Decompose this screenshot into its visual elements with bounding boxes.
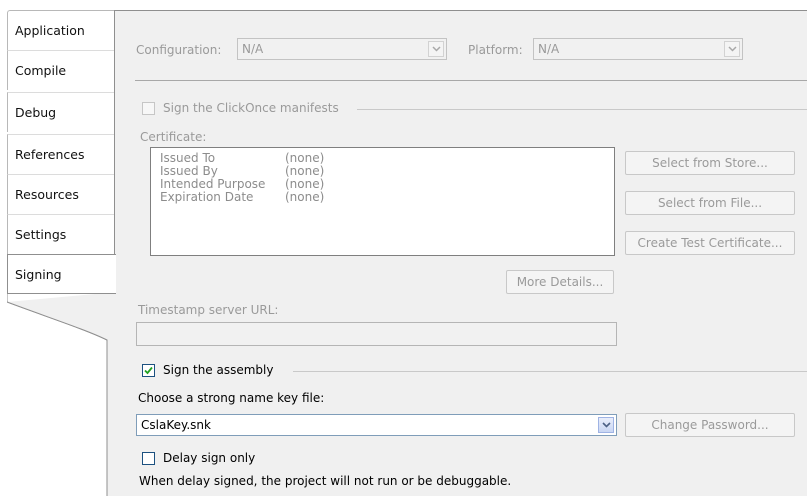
signing-page: Configuration: N/A Platform: N/A Sign th… — [114, 10, 807, 496]
chevron-down-icon — [428, 41, 444, 57]
tab-label: Settings — [15, 227, 67, 242]
tab-references[interactable]: References — [7, 134, 114, 174]
change-password-button[interactable]: Change Password... — [625, 413, 795, 437]
tab-compile[interactable]: Compile — [7, 50, 114, 90]
certificate-label: Certificate: — [140, 130, 207, 144]
tab-strip-curve — [7, 292, 117, 496]
sign-assembly-label: Sign the assembly — [163, 363, 274, 377]
cert-detail-key: Expiration Date — [160, 190, 254, 204]
key-file-value: CslaKey.snk — [141, 418, 211, 432]
group-separator — [293, 371, 807, 372]
delay-sign-note: When delay signed, the project will not … — [139, 474, 512, 488]
platform-value: N/A — [538, 42, 560, 56]
timestamp-url-input[interactable] — [136, 322, 617, 346]
delay-sign-label: Delay sign only — [163, 451, 256, 465]
tab-label: Compile — [15, 63, 67, 78]
tab-application[interactable]: Application — [7, 10, 114, 50]
tab-signing[interactable]: Signing — [7, 254, 116, 294]
tab-label: Signing — [15, 266, 62, 282]
platform-label: Platform: — [468, 43, 523, 57]
chevron-down-icon — [598, 417, 614, 433]
sign-manifests-label: Sign the ClickOnce manifests — [163, 101, 339, 115]
configuration-value: N/A — [242, 42, 264, 56]
timestamp-label: Timestamp server URL: — [138, 303, 279, 317]
key-file-label: Choose a strong name key file: — [138, 391, 325, 405]
group-separator — [357, 109, 807, 110]
cert-detail-value: (none) — [285, 190, 325, 204]
tab-resources[interactable]: Resources — [7, 174, 114, 214]
tab-label: References — [15, 147, 85, 162]
tab-label: Resources — [15, 187, 79, 202]
key-file-dropdown[interactable]: CslaKey.snk — [136, 414, 617, 436]
select-from-file-button[interactable]: Select from File... — [625, 191, 795, 215]
more-details-button[interactable]: More Details... — [506, 270, 614, 294]
create-test-certificate-button[interactable]: Create Test Certificate... — [625, 231, 795, 255]
delay-sign-checkbox[interactable] — [142, 452, 155, 465]
check-icon — [144, 366, 153, 375]
tab-label: Debug — [15, 105, 57, 120]
configuration-label: Configuration: — [136, 43, 222, 57]
sign-assembly-checkbox[interactable] — [142, 364, 155, 377]
sign-manifests-checkbox[interactable] — [142, 102, 155, 115]
select-from-store-button[interactable]: Select from Store... — [625, 151, 795, 175]
certificate-details-box: Issued To (none) Issued By (none) Intend… — [150, 147, 615, 256]
divider — [135, 80, 807, 81]
chevron-down-icon — [724, 41, 740, 57]
configuration-dropdown[interactable]: N/A — [237, 38, 447, 60]
tab-settings[interactable]: Settings — [7, 214, 114, 254]
tab-debug[interactable]: Debug — [7, 92, 114, 132]
platform-dropdown[interactable]: N/A — [533, 38, 743, 60]
tab-label: Application — [15, 23, 85, 38]
